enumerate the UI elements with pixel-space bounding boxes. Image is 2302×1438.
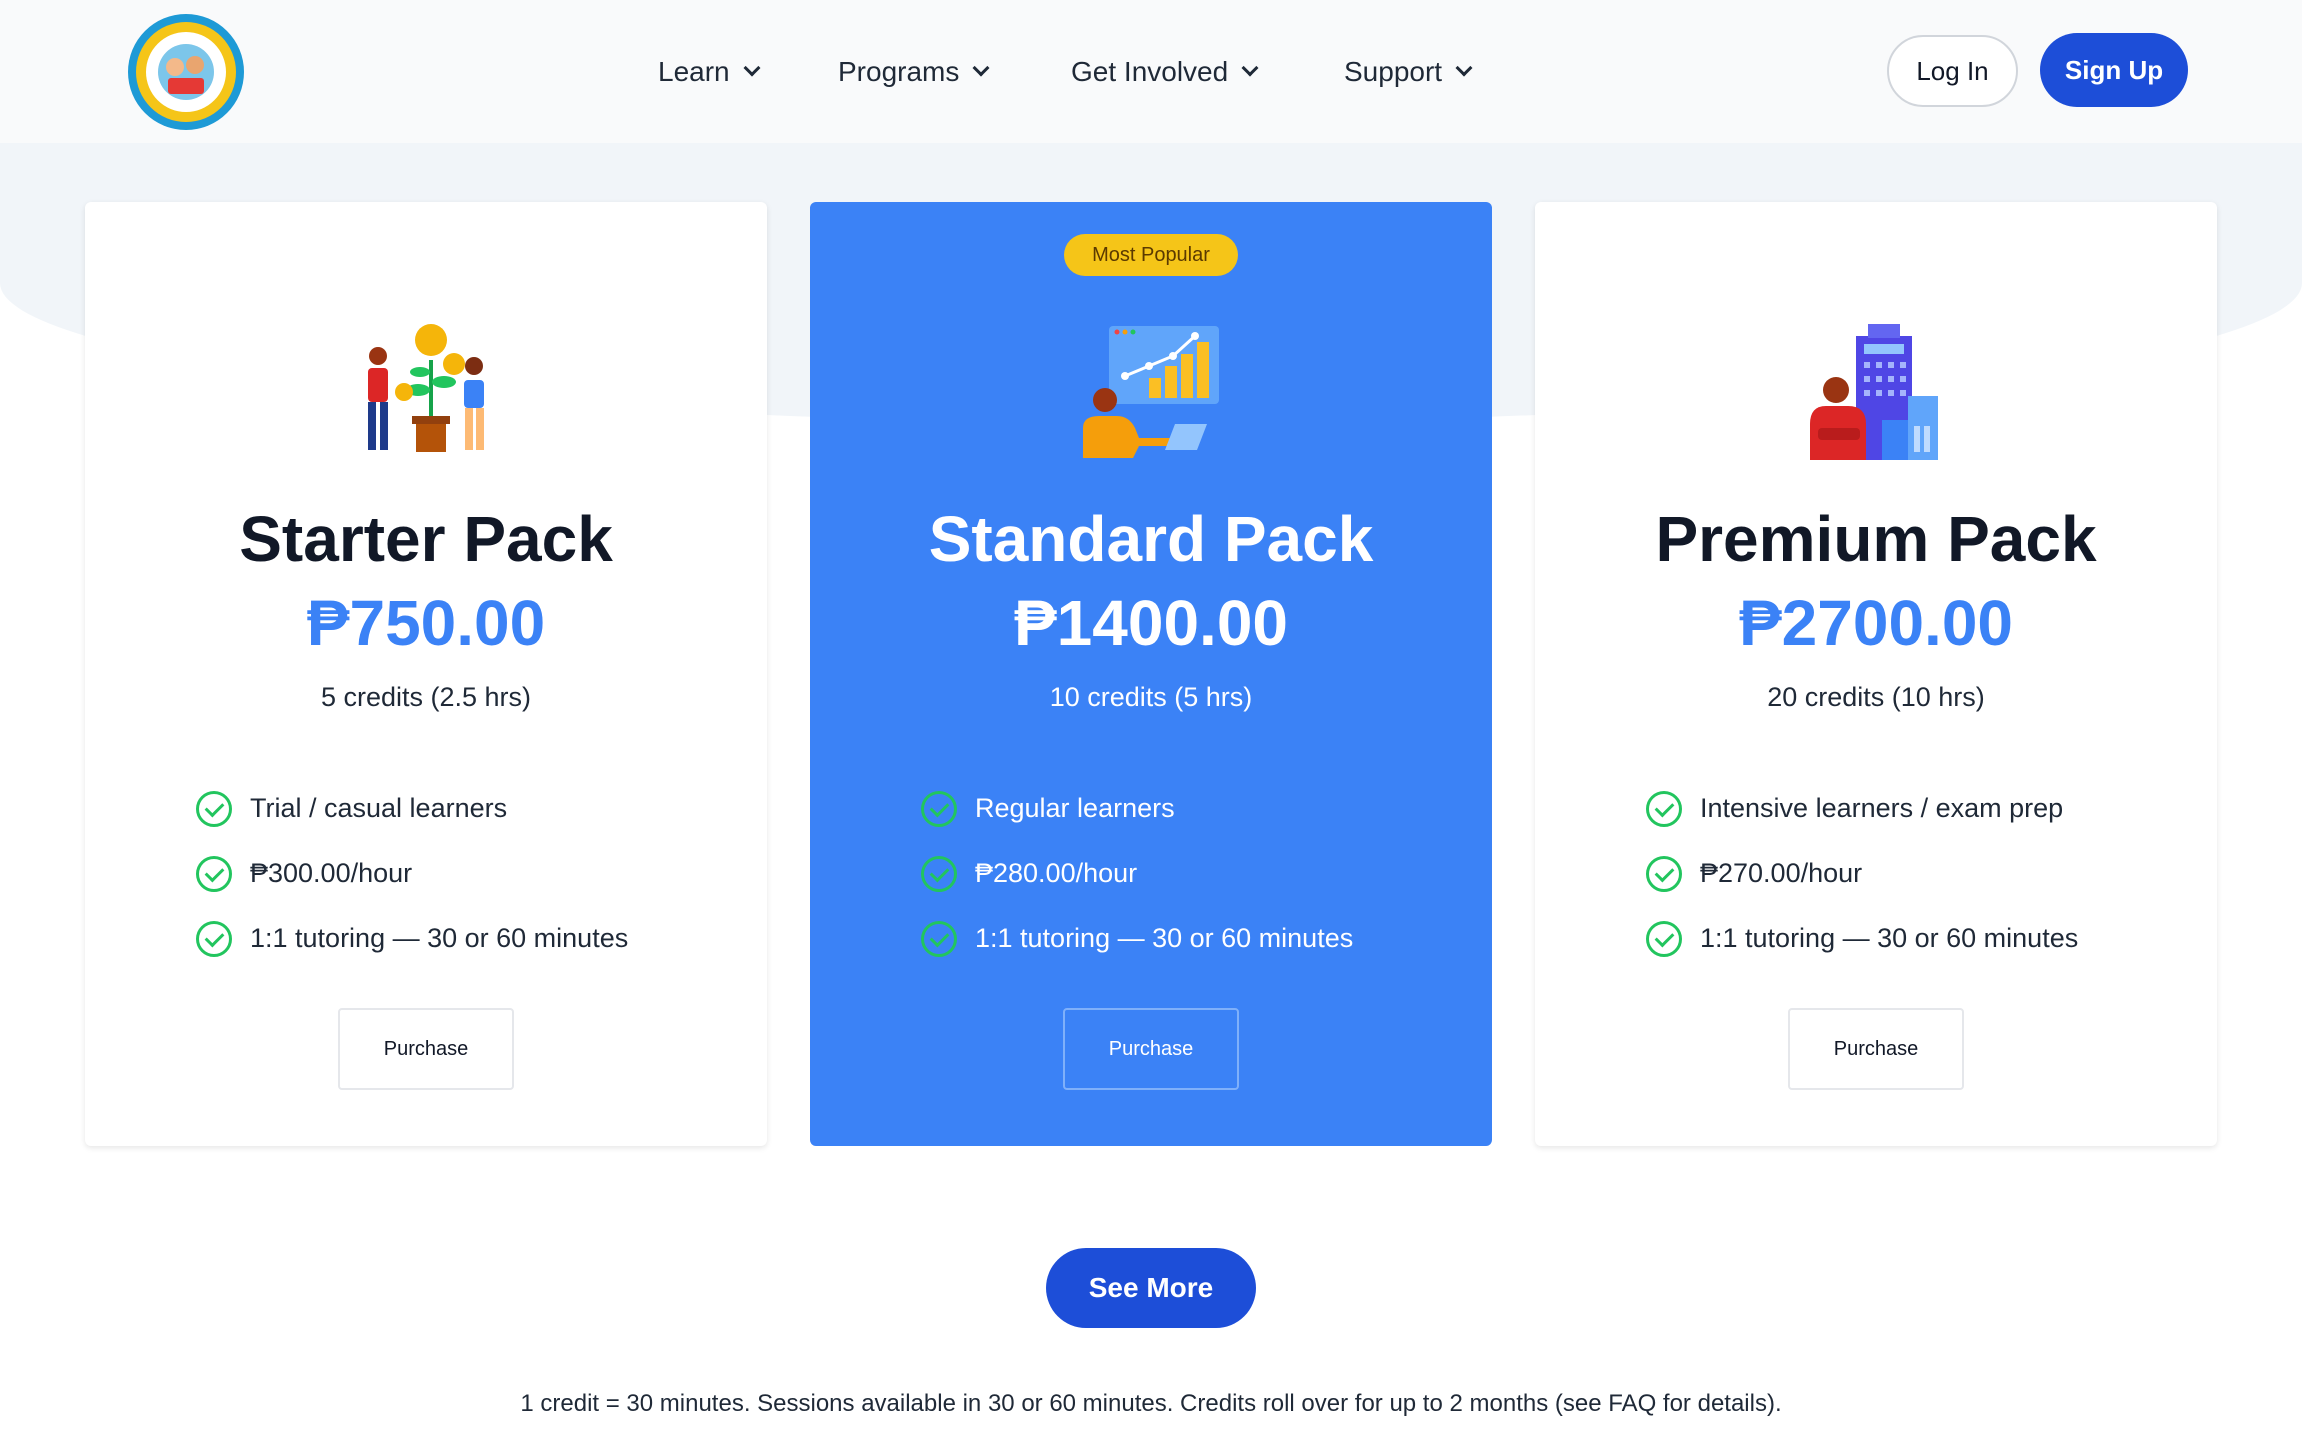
nav-programs-label: Programs (838, 56, 960, 87)
signup-button[interactable]: Sign Up (2040, 33, 2188, 107)
plan-price: ₱1400.00 (1013, 587, 1289, 659)
nav-learn-label: Learn (658, 56, 730, 87)
check-circle-icon (921, 920, 957, 957)
check-circle-icon (1646, 855, 1682, 892)
plan-price: ₱750.00 (306, 587, 546, 659)
growth-chart-illustration-icon (1083, 326, 1219, 458)
pricing-card-premium: Premium Pack ₱2700.00 20 credits (10 hrs… (1535, 202, 2217, 1146)
purchase-button[interactable]: Purchase (1063, 1008, 1239, 1090)
feature-item: ₱300.00/hour (196, 841, 628, 906)
purchase-button[interactable]: Purchase (1788, 1008, 1964, 1090)
nav-get-involved[interactable]: Get Involved (1071, 48, 1259, 96)
plan-title: Premium Pack (1655, 503, 2097, 575)
nav-support[interactable]: Support (1344, 48, 1473, 96)
plan-title: Starter Pack (239, 503, 613, 575)
feature-text: 1:1 tutoring — 30 or 60 minutes (1700, 923, 2079, 953)
feature-item: Intensive learners / exam prep (1646, 776, 2078, 841)
chevron-down-icon (743, 59, 761, 77)
pricing-card-starter: Starter Pack ₱750.00 5 credits (2.5 hrs)… (85, 202, 767, 1146)
nav-support-label: Support (1344, 56, 1443, 87)
plan-price: ₱2700.00 (1738, 587, 2014, 659)
money-plant-illustration-icon (368, 324, 484, 452)
site-header: Learn Programs Get Involved Support Log … (0, 0, 2302, 143)
check-circle-icon (921, 855, 957, 892)
feature-text: ₱280.00/hour (975, 858, 1138, 888)
check-circle-icon (196, 790, 232, 827)
feature-item: 1:1 tutoring — 30 or 60 minutes (921, 906, 1353, 971)
feature-item: ₱280.00/hour (921, 841, 1353, 906)
feature-text: Regular learners (975, 793, 1175, 823)
see-more-button[interactable]: See More (1046, 1248, 1256, 1328)
feature-list: Intensive learners / exam prep ₱270.00/h… (1646, 776, 2078, 971)
purchase-button[interactable]: Purchase (338, 1008, 514, 1090)
feature-item: 1:1 tutoring — 30 or 60 minutes (1646, 906, 2078, 971)
plan-credits: 20 credits (10 hrs) (1767, 682, 1985, 712)
feature-text: Trial / casual learners (250, 793, 508, 823)
business-building-illustration-icon (1810, 324, 1938, 460)
feature-text: ₱270.00/hour (1700, 858, 1863, 888)
nav-get-involved-label: Get Involved (1071, 56, 1229, 87)
plan-credits: 10 credits (5 hrs) (1049, 682, 1253, 712)
plan-credits: 5 credits (2.5 hrs) (320, 682, 532, 712)
feature-list: Trial / casual learners ₱300.00/hour 1:1… (196, 776, 628, 971)
pricing-card-standard: Most Popular Standard Pack ₱1400.00 10 c… (810, 202, 1492, 1146)
credits-footnote: 1 credit = 30 minutes. Sessions availabl… (520, 1390, 1782, 1417)
feature-item: ₱270.00/hour (1646, 841, 2078, 906)
most-popular-badge: Most Popular (1064, 234, 1238, 276)
feature-text: ₱300.00/hour (250, 858, 413, 888)
check-circle-icon (1646, 920, 1682, 957)
login-button[interactable]: Log In (1887, 35, 2018, 107)
chevron-down-icon (1455, 59, 1473, 77)
plan-title: Standard Pack (928, 503, 1374, 575)
chevron-down-icon (1241, 59, 1259, 77)
feature-text: Intensive learners / exam prep (1700, 793, 2064, 823)
check-circle-icon (921, 790, 957, 827)
feature-item: Trial / casual learners (196, 776, 628, 841)
feature-item: 1:1 tutoring — 30 or 60 minutes (196, 906, 628, 971)
feature-text: 1:1 tutoring — 30 or 60 minutes (975, 923, 1354, 953)
check-circle-icon (196, 920, 232, 957)
chevron-down-icon (972, 59, 990, 77)
nav-learn[interactable]: Learn (658, 48, 761, 96)
check-circle-icon (196, 855, 232, 892)
feature-list: Regular learners ₱280.00/hour 1:1 tutori… (921, 776, 1353, 971)
nav-programs[interactable]: Programs (838, 48, 990, 96)
school-logo-icon[interactable] (128, 14, 244, 130)
check-circle-icon (1646, 790, 1682, 827)
feature-item: Regular learners (921, 776, 1353, 841)
feature-text: 1:1 tutoring — 30 or 60 minutes (250, 923, 629, 953)
